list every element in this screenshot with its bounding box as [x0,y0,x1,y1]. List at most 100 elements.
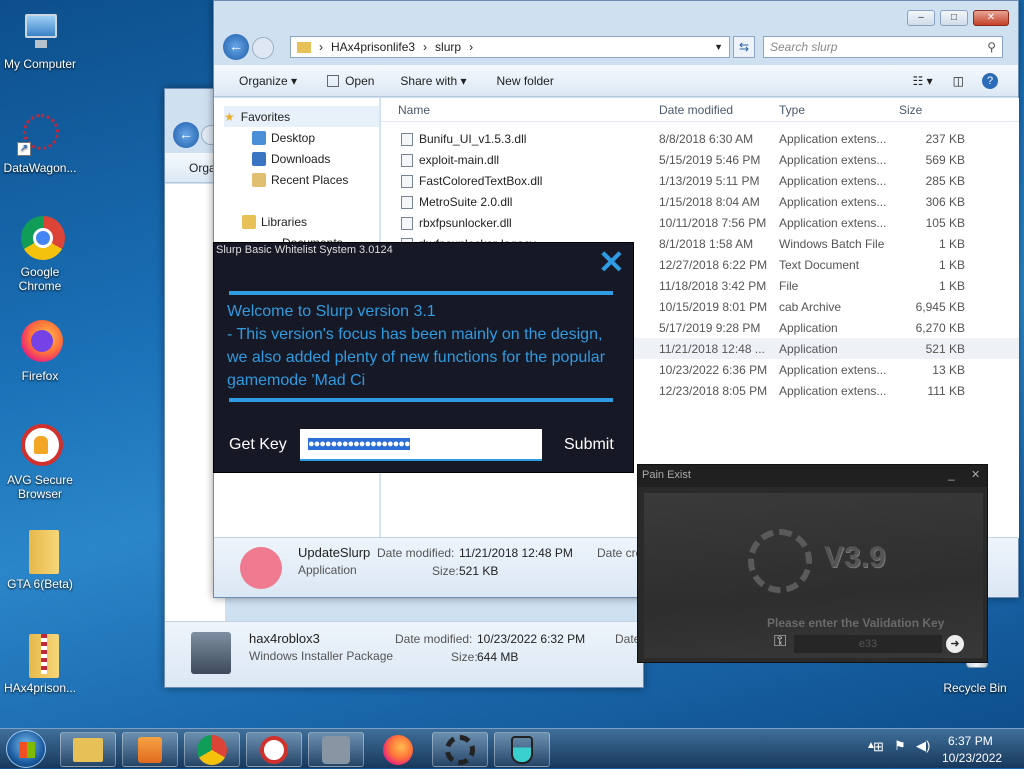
details-date-label: Date modified: [377,546,455,560]
file-type: File [779,279,799,293]
breadcrumb-item[interactable]: HAx4prisonlife3 [331,40,415,54]
close-button[interactable]: ✕ [973,10,1009,26]
nav-recent-places[interactable]: Recent Places [224,169,379,190]
folder-icon [17,528,63,574]
file-date: 1/13/2019 5:11 PM [659,174,760,188]
new-folder-button[interactable]: New folder [496,74,553,88]
back-button[interactable]: ← [173,122,199,148]
back-button[interactable]: ← [223,34,249,60]
file-row[interactable]: exploit-main.dll 5/15/2019 5:46 PM Applica… [381,149,1019,170]
column-type[interactable]: Type [779,103,805,117]
file-row[interactable]: MetroSuite 2.0.dll 1/15/2018 8:04 AM Appli… [381,191,1019,212]
flag-icon[interactable]: ⚑ [894,738,906,754]
nav-desktop[interactable]: Desktop [224,127,379,148]
forward-button[interactable] [252,37,274,59]
file-row[interactable]: rbxfpsunlocker.dll 10/11/2018 7:56 PM Appl… [381,212,1019,233]
details-date: 11/21/2018 12:48 PM [459,546,573,560]
taskbar-pain-exist[interactable] [432,732,488,767]
libraries-icon [242,214,256,229]
close-icon[interactable]: ✕ [598,245,625,279]
chevron-down-icon[interactable]: ▼ [714,42,723,52]
column-name[interactable]: Name [398,103,430,117]
file-size: 306 KB [925,195,965,209]
nav-libraries[interactable]: Libraries [224,211,379,232]
nav-downloads[interactable]: Downloads [224,148,379,169]
desktop-icon-chrome[interactable]: Google Chrome [0,216,80,293]
search-icon[interactable]: ⚲ [987,40,996,54]
details-file-name: hax4roblox3 [249,631,320,646]
file-row[interactable]: Bunifu_UI_v1.5.3.dll 8/8/2018 6:30 AM Appl… [381,128,1019,149]
file-icon [401,217,413,230]
desktop-icon-avg[interactable]: AVG Secure Browser [0,424,80,501]
desktop-icon-hax4prison[interactable]: HAx4prison... [0,632,80,695]
desktop-icon-firefox[interactable]: Firefox [0,320,80,383]
taskbar-app[interactable] [308,732,364,767]
file-date: 10/23/2022 6:36 PM [659,363,768,377]
downloads-icon [252,151,266,166]
file-type: Text Document [779,258,860,272]
breadcrumb-item[interactable]: slurp [435,40,461,54]
nav-favorites[interactable]: ★ Favorites [224,106,379,127]
view-options-icon[interactable]: ☷ ▾ [913,74,933,88]
start-button[interactable] [6,730,46,768]
file-row[interactable]: FastColoredTextBox.dll 1/13/2019 5:11 PM A… [381,170,1019,191]
taskbar-explorer[interactable] [60,732,116,767]
folder-icon [73,737,103,762]
clock-date[interactable]: 10/23/2022 [942,751,1002,765]
file-date: 12/23/2018 8:05 PM [659,384,768,398]
organize-menu[interactable]: Organize ▾ [239,74,297,88]
open-icon [327,74,340,87]
validation-key-input[interactable]: e33 [794,635,942,653]
share-with-menu[interactable]: Share with ▾ [400,74,466,88]
submit-button[interactable]: Submit [564,436,614,454]
zip-folder-icon [17,632,63,678]
desktop-icon-gta6[interactable]: GTA 6(Beta) [0,528,80,591]
file-date: 8/8/2018 6:30 AM [659,132,754,146]
volume-icon[interactable]: ◀) [916,738,930,754]
taskbar-firefox[interactable] [370,732,426,767]
taskbar-avg-browser[interactable] [246,732,302,767]
clock-time[interactable]: 6:37 PM [948,734,993,748]
minimize-button[interactable]: – [907,10,935,26]
taskbar-slurp[interactable] [494,732,550,767]
details-size: 644 MB [477,650,519,664]
slurp-title: Slurp Basic Whitelist System 3.0124 [216,244,393,256]
column-size[interactable]: Size [899,103,922,117]
taskbar-media-player[interactable] [122,732,178,767]
close-button[interactable]: ✕ [971,468,980,481]
avg-browser-icon [260,735,288,764]
help-icon[interactable]: ? [982,72,998,89]
firefox-icon [17,320,63,366]
details-created-label: Date cre [597,546,643,560]
open-button[interactable]: Open [327,74,374,88]
address-bar[interactable]: › HAx4prisonlife3 › slurp › ▼ [290,36,730,58]
refresh-button[interactable]: ⇆ [733,36,755,58]
maximize-button[interactable]: □ [940,10,968,26]
preview-pane-icon[interactable]: ◫ [953,74,964,88]
key-input[interactable]: ●●●●●●●●●●●●●●●●●● [300,429,542,461]
desktop-icon-label: My Computer [3,57,77,71]
file-type: Application extens... [779,216,887,230]
submit-arrow-button[interactable]: ➜ [946,635,964,653]
minimize-button[interactable]: _ [948,467,955,481]
file-name: exploit-main.dll [419,153,500,167]
file-size: 1 KB [938,258,965,272]
taskbar-chrome[interactable] [184,732,240,767]
get-key-button[interactable]: Get Key [229,436,287,454]
chevron-right-icon: › [319,40,323,54]
computer-icon [17,8,63,54]
desktop-icon-my-computer[interactable]: My Computer [0,8,80,71]
search-box[interactable]: Search slurp ⚲ [763,36,1003,58]
file-icon [401,154,413,167]
details-pane: hax4roblox3 Windows Installer Package Da… [165,621,643,687]
desktop-icon-datawagon[interactable]: ↗ DataWagon... [0,112,80,175]
desktop-icon-label: DataWagon... [3,161,77,175]
file-size: 521 KB [925,342,965,356]
column-date[interactable]: Date modified [659,103,733,117]
recent-places-icon [252,172,266,187]
media-player-icon [138,736,162,763]
organize-menu[interactable]: Orga [189,161,216,175]
file-size: 6,945 KB [915,300,965,314]
network-icon[interactable]: ⊞ [873,739,884,755]
search-input[interactable]: Search slurp [770,40,837,54]
